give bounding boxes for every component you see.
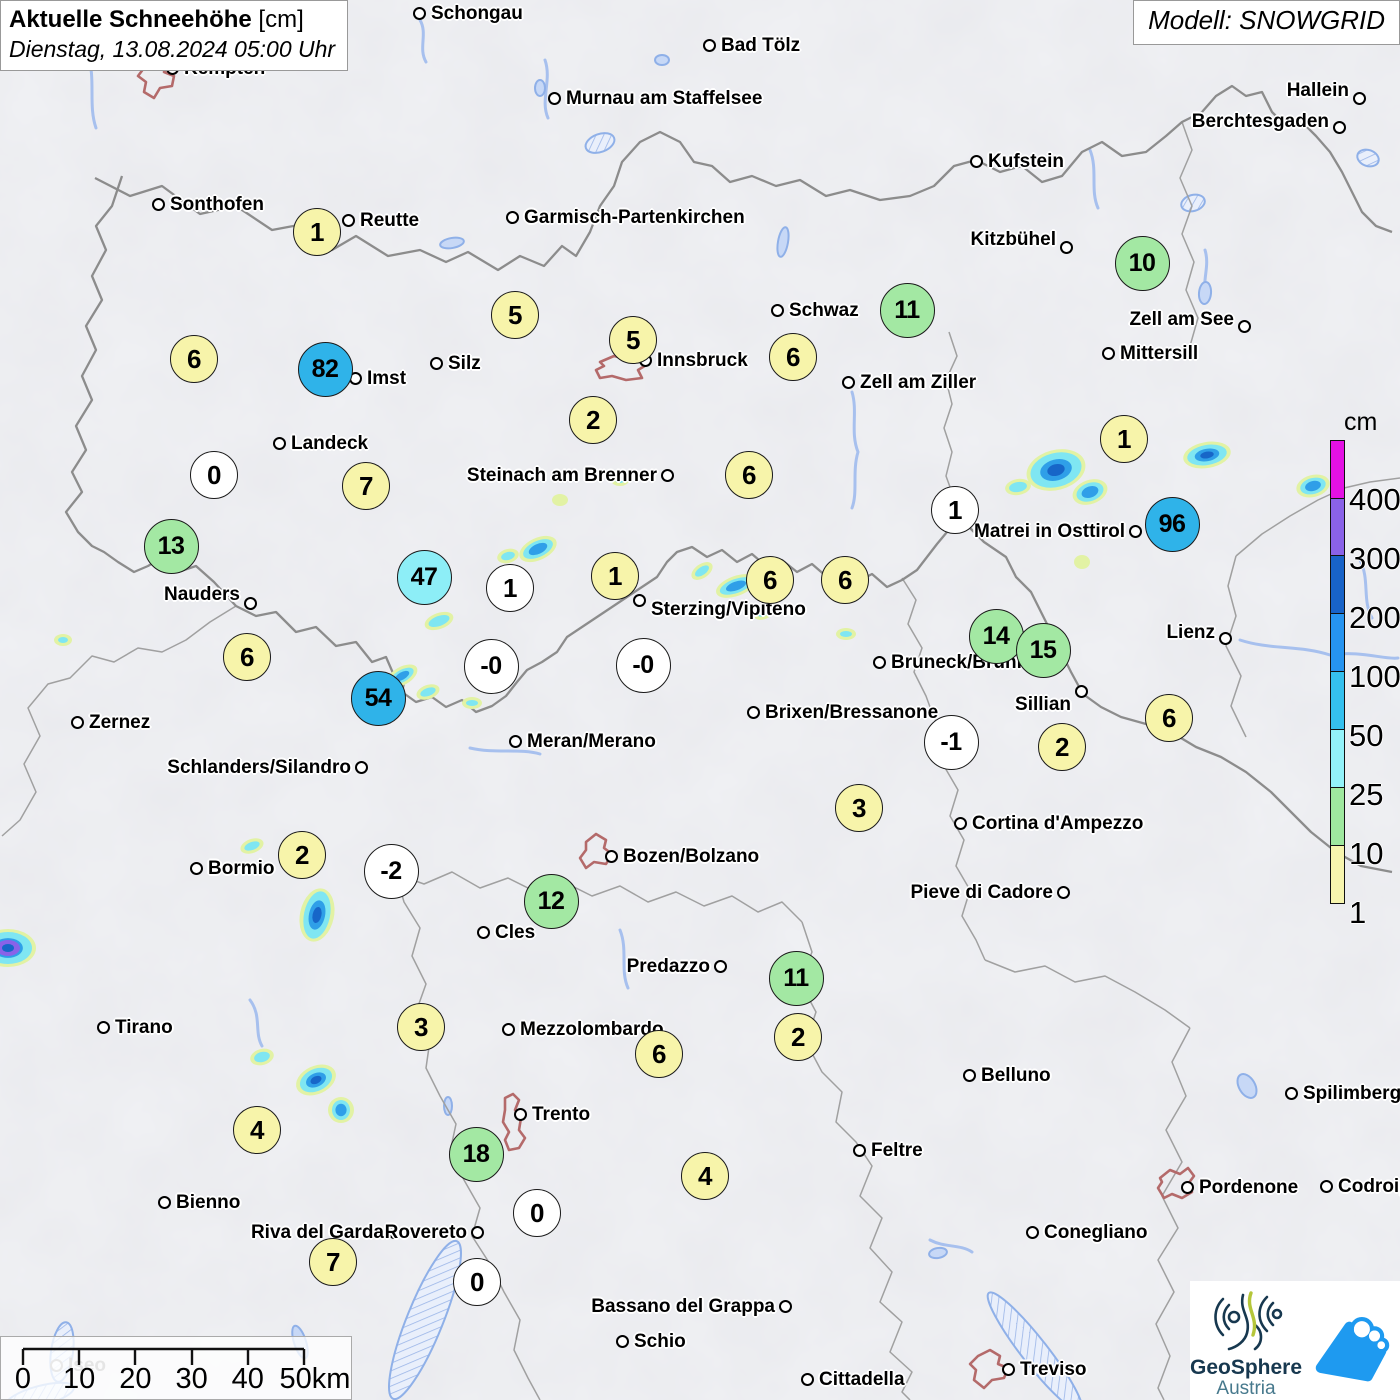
scale-label: 30	[175, 1363, 208, 1395]
legend-segment	[1330, 439, 1345, 499]
legend-unit-label: cm	[1344, 408, 1378, 436]
scale-label: 10	[63, 1363, 96, 1395]
partner-logo-box	[1302, 1281, 1400, 1400]
map-title-text: Aktuelle Schneehöhe	[9, 6, 252, 33]
legend-tick-label: 10	[1349, 836, 1384, 871]
legend-segment	[1330, 613, 1345, 673]
geosphere-name: GeoSphere	[1190, 1356, 1303, 1379]
map-timestamp: Dienstag, 13.08.2024 05:00 Uhr	[9, 36, 336, 62]
legend-segment	[1330, 497, 1345, 557]
geosphere-contour-icon	[1214, 1291, 1283, 1351]
scale-label: 20	[119, 1363, 152, 1395]
legend-tick-label: 100	[1349, 659, 1400, 694]
legend-tick-label: 200	[1349, 600, 1400, 635]
scale-label: 0	[14, 1363, 32, 1395]
geosphere-logo-box: GeoSphere Austria	[1190, 1281, 1302, 1400]
scale-label: 50km	[279, 1363, 351, 1395]
geosphere-country: Austria	[1216, 1378, 1276, 1399]
legend-tick-label: 25	[1349, 777, 1384, 812]
legend-colorbar: cm 400 300 200 100 50 25 10 1	[1328, 408, 1400, 930]
legend-tick-label: 50	[1349, 718, 1384, 753]
legend-bar	[1330, 439, 1345, 904]
legend-tick-label: 400	[1349, 482, 1400, 517]
legend-segment	[1330, 728, 1345, 788]
map-base	[0, 0, 1400, 1400]
legend-segment	[1330, 844, 1345, 904]
map-title: Aktuelle Schneehöhe [cm]	[9, 6, 335, 34]
model-label-box: Modell: SNOWGRID	[1133, 0, 1400, 45]
scale-bar: 0 10 20 30 40 50km	[0, 1336, 352, 1400]
mountain-cloud-icon	[1315, 1316, 1390, 1381]
scale-label: 40	[231, 1363, 264, 1395]
map-title-unit: [cm]	[258, 6, 304, 33]
legend-segment	[1330, 786, 1345, 846]
legend-segment	[1330, 671, 1345, 731]
legend-segment	[1330, 555, 1345, 615]
snow-depth-map: SchongauBad TölzKemptenMurnau am Staffel…	[0, 0, 1400, 1400]
legend-tick-label: 1	[1349, 895, 1367, 930]
legend-tick-label: 300	[1349, 541, 1400, 576]
title-box: Aktuelle Schneehöhe [cm] Dienstag, 13.08…	[0, 0, 349, 71]
model-label: Modell: SNOWGRID	[1148, 5, 1385, 35]
